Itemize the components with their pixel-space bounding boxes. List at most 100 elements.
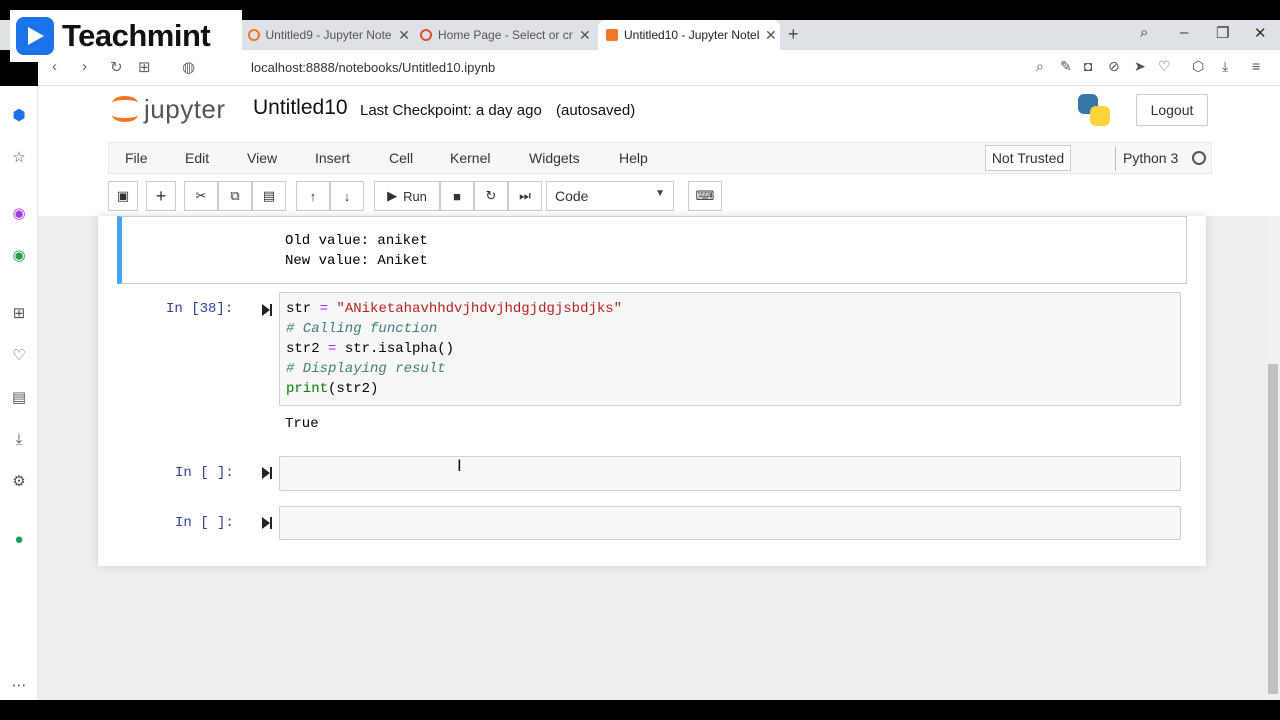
- menu-cell[interactable]: Cell: [389, 150, 413, 166]
- copy-button[interactable]: ⧉: [218, 181, 252, 211]
- home-icon[interactable]: ⬢: [9, 106, 29, 126]
- menu-insert[interactable]: Insert: [315, 150, 350, 166]
- restart-button[interactable]: ↻: [474, 181, 508, 211]
- download-icon[interactable]: ⤓: [9, 430, 29, 450]
- gear-icon[interactable]: ⚙: [9, 472, 29, 492]
- messenger-icon[interactable]: ◉: [9, 204, 29, 224]
- restart-icon: ↻: [485, 188, 497, 203]
- divider: [1115, 147, 1116, 171]
- kernel-name[interactable]: Python 3: [1123, 150, 1178, 166]
- heart-icon[interactable]: ♡: [1158, 58, 1171, 75]
- autosave-status: (autosaved): [556, 102, 636, 119]
- jupyter-favicon-icon: [420, 29, 432, 41]
- menu-view[interactable]: View: [247, 150, 277, 166]
- search-tabs-icon[interactable]: ⌕: [1140, 24, 1148, 41]
- jupyter-logo-text[interactable]: jupyter: [144, 94, 226, 125]
- menu-widgets[interactable]: Widgets: [529, 150, 580, 166]
- block-icon[interactable]: ⊘: [1108, 58, 1120, 75]
- edit-icon[interactable]: ✎: [1060, 58, 1072, 75]
- code-token: "ANiketahavhhdvjhdvjhdgjdgjsbdjks": [336, 301, 623, 317]
- camera-icon[interactable]: ◘: [1084, 58, 1092, 74]
- interrupt-button[interactable]: ■: [440, 181, 474, 211]
- code-line-4: # Displaying result: [286, 361, 446, 377]
- paste-button[interactable]: ▤: [252, 181, 286, 211]
- run-cell-icon[interactable]: [261, 516, 273, 530]
- close-icon[interactable]: ✕: [765, 27, 777, 44]
- jupyter-favicon-icon: [248, 29, 260, 41]
- screen-bottom-edge: [0, 700, 1280, 720]
- cell-prompt: In [ ]:: [175, 515, 234, 531]
- move-up-button[interactable]: ↑: [296, 181, 330, 211]
- scissors-icon: ✂: [195, 188, 207, 203]
- text-cursor-icon: Ι: [457, 456, 462, 475]
- more-icon[interactable]: ⋯: [9, 676, 29, 696]
- heart-icon[interactable]: ♡: [9, 346, 29, 366]
- cut-button[interactable]: ✂: [184, 181, 218, 211]
- clipboard-icon: ▤: [262, 188, 276, 203]
- tab-untitled10[interactable]: Untitled10 - Jupyter Notebook ✕: [598, 20, 780, 50]
- url-field[interactable]: localhost:8888/notebooks/Untitled10.ipyn…: [251, 60, 495, 75]
- restart-run-all-button[interactable]: ⏭: [508, 181, 542, 211]
- scrollbar[interactable]: [1266, 216, 1280, 700]
- code-cell-input[interactable]: str = "ANiketahavhhdvjhdvjhdgjdgjsbdjks"…: [279, 292, 1181, 406]
- menu-edit[interactable]: Edit: [185, 150, 209, 166]
- selected-cell[interactable]: Old value: aniket New value: Aniket: [117, 216, 1187, 284]
- run-cell-icon[interactable]: [261, 303, 273, 317]
- window-close-icon[interactable]: ✕: [1254, 24, 1267, 42]
- send-icon[interactable]: ➤: [1134, 58, 1146, 75]
- menu-file[interactable]: File: [125, 150, 148, 166]
- menu-help[interactable]: Help: [619, 150, 648, 166]
- code-token: str: [286, 301, 312, 317]
- assistant-icon[interactable]: ●: [9, 530, 29, 550]
- menu-icon[interactable]: ≡: [1252, 58, 1260, 74]
- cell-prompt: In [38]:: [166, 301, 234, 317]
- close-icon[interactable]: ✕: [398, 27, 410, 44]
- jupyter-logo-icon: [112, 108, 138, 122]
- code-line-1: str = "ANiketahavhhdvjhdvjhdgjdgjsbdjks": [286, 301, 622, 317]
- save-button[interactable]: ▣: [108, 181, 138, 211]
- move-down-button[interactable]: ↓: [330, 181, 364, 211]
- cube-icon[interactable]: ⬡: [1192, 58, 1204, 75]
- logo-text: Teachmint: [62, 18, 211, 53]
- jupyter-header: jupyter Untitled10 Last Checkpoint: a da…: [38, 86, 1280, 216]
- grid-icon[interactable]: ⊞: [9, 304, 29, 324]
- cell-prompt: In [ ]:: [175, 465, 234, 481]
- cell-type-select[interactable]: Code ▼: [546, 181, 674, 211]
- keyboard-icon: ⌨: [695, 188, 715, 203]
- scroll-thumb[interactable]: [1268, 364, 1278, 694]
- notebook-title[interactable]: Untitled10: [253, 96, 348, 120]
- star-icon[interactable]: ☆: [9, 148, 29, 168]
- zoom-icon[interactable]: ⌕: [1036, 58, 1044, 75]
- cell-output: True: [285, 416, 319, 432]
- plus-icon: +: [155, 185, 167, 206]
- download-icon[interactable]: ⤓: [1222, 58, 1228, 75]
- python-logo-icon: [1078, 94, 1110, 126]
- not-trusted-button[interactable]: Not Trusted: [985, 145, 1071, 171]
- code-token: (str2): [328, 381, 379, 397]
- restore-icon[interactable]: ❐: [1216, 24, 1229, 42]
- code-cell-input[interactable]: [279, 506, 1181, 540]
- notebook-container: Old value: aniket New value: Aniket In […: [98, 216, 1206, 566]
- menu-kernel[interactable]: Kernel: [450, 150, 490, 166]
- command-palette-button[interactable]: ⌨: [688, 181, 722, 211]
- minimize-icon[interactable]: –: [1180, 24, 1188, 41]
- checkpoint-status: Last Checkpoint: a day ago: [360, 102, 542, 119]
- tab-home-page[interactable]: Home Page - Select or create a notebook …: [410, 20, 600, 50]
- code-token: =: [328, 341, 337, 357]
- new-tab-icon[interactable]: +: [788, 24, 799, 45]
- output-line: Old value: aniket: [285, 233, 428, 249]
- tab-untitled9[interactable]: Untitled9 - Jupyter Notebook ✕: [230, 20, 410, 50]
- insert-cell-button[interactable]: +: [146, 181, 176, 211]
- notebook-toolbar: ▣ + ✂ ⧉ ▤ ↑ ↓ ▶ Run ■ ↻ ⏭ Code ▼ ⌨: [108, 181, 1212, 213]
- code-line-3: str2 = str.isalpha(): [286, 341, 454, 357]
- tab-label: Untitled9 - Jupyter Notebook: [265, 28, 393, 42]
- chevron-down-icon: ▼: [655, 188, 665, 199]
- run-button[interactable]: ▶ Run: [374, 181, 440, 211]
- run-cell-icon[interactable]: [261, 466, 273, 480]
- close-icon[interactable]: ✕: [579, 27, 591, 44]
- news-icon[interactable]: ▤: [9, 388, 29, 408]
- save-icon: ▣: [116, 188, 130, 203]
- code-cell-input[interactable]: [279, 456, 1181, 491]
- whatsapp-icon[interactable]: ◉: [9, 246, 29, 266]
- logout-button[interactable]: Logout: [1136, 94, 1208, 126]
